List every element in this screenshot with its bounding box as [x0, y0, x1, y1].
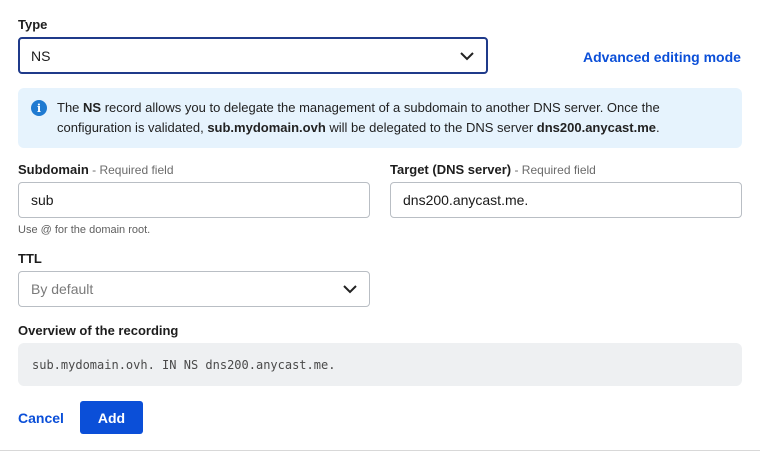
info-subdomain: sub.mydomain.ovh [207, 120, 326, 135]
subdomain-required-note: - Required field [88, 163, 174, 177]
subdomain-input[interactable]: sub [18, 182, 370, 218]
info-text-part: . [656, 120, 660, 135]
add-button[interactable]: Add [80, 401, 143, 434]
cancel-button[interactable]: Cancel [18, 410, 64, 426]
type-label: Type [18, 17, 48, 32]
info-box: i The NS record allows you to delegate t… [18, 88, 742, 148]
subdomain-hint: Use @ for the domain root. [18, 224, 151, 236]
subdomain-label-text: Subdomain [18, 162, 89, 177]
type-select-value: NS [31, 47, 51, 64]
chevron-down-icon [460, 51, 474, 60]
ttl-select-placeholder: By default [31, 281, 94, 297]
info-record-type: NS [83, 100, 102, 115]
target-label-text: Target (DNS server) [390, 162, 512, 177]
info-icon: i [31, 100, 47, 116]
type-select[interactable]: NS [18, 37, 488, 74]
subdomain-label: Subdomain - Required field [18, 162, 174, 177]
subdomain-input-value: sub [31, 192, 54, 208]
target-input[interactable]: dns200.anycast.me. [390, 182, 742, 218]
info-text-part: will be delegated to the DNS server [325, 120, 537, 135]
info-text: The NS record allows you to delegate the… [57, 98, 717, 138]
ttl-select[interactable]: By default [18, 271, 370, 307]
target-required-note: - Required field [511, 163, 596, 177]
target-input-value: dns200.anycast.me. [403, 192, 529, 208]
info-dns-server: dns200.anycast.me [536, 120, 657, 135]
target-label: Target (DNS server) - Required field [390, 162, 596, 177]
chevron-down-icon [343, 285, 357, 294]
info-text-part: The [57, 100, 84, 115]
overview-preview: sub.mydomain.ovh. IN NS dns200.anycast.m… [18, 343, 742, 386]
ttl-label: TTL [18, 251, 42, 266]
overview-record-text: sub.mydomain.ovh. IN NS dns200.anycast.m… [32, 357, 336, 372]
advanced-editing-link[interactable]: Advanced editing mode [583, 49, 741, 65]
overview-label: Overview of the recording [18, 323, 179, 338]
